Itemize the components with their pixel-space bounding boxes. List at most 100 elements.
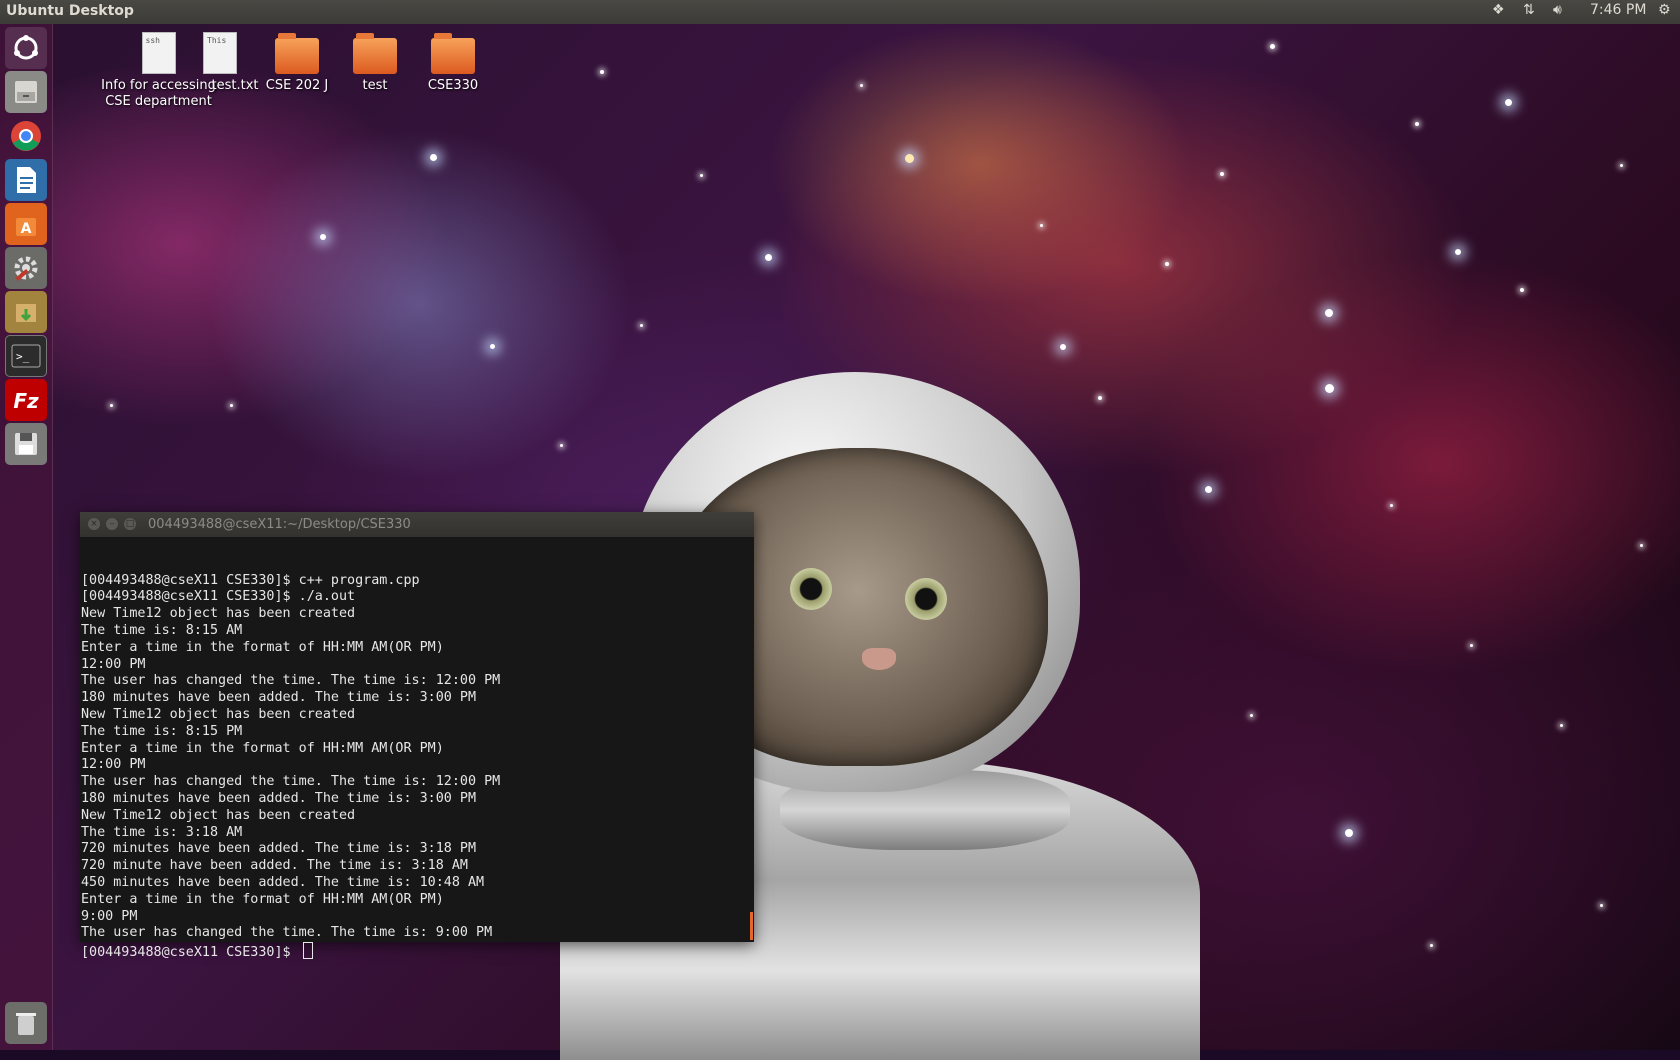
star xyxy=(1390,504,1393,507)
terminal-line: New Time12 object has been created xyxy=(81,606,356,622)
filezilla-icon: Fz xyxy=(13,389,39,413)
terminal-line: Enter a time in the format of HH:MM AM(O… xyxy=(81,740,444,756)
save-launcher[interactable] xyxy=(5,423,47,465)
maximize-icon[interactable]: □ xyxy=(124,518,136,530)
window-title: Ubuntu Desktop xyxy=(6,3,134,19)
terminal-line: [004493488@cseX11 CSE330]$ ./a.out xyxy=(81,589,356,605)
star xyxy=(1620,164,1623,167)
cat-eye-left xyxy=(790,568,832,610)
terminal-titlebar[interactable]: × – □ 004493488@cseX11:~/Desktop/CSE330 xyxy=(80,512,754,537)
star xyxy=(1520,288,1524,292)
terminal-line: The user has changed the time. The time … xyxy=(81,774,501,790)
terminal-line: The user has changed the time. The time … xyxy=(81,673,501,689)
star xyxy=(860,84,863,87)
star xyxy=(110,404,113,407)
system-settings-launcher[interactable] xyxy=(5,247,47,289)
settings-gear-icon xyxy=(14,256,38,282)
star xyxy=(430,154,437,161)
files-launcher[interactable] xyxy=(5,71,47,113)
star xyxy=(1560,724,1563,727)
desktop-folder-cse202j[interactable]: CSE 202 J xyxy=(252,32,342,93)
terminal-line: 450 minutes have been added. The time is… xyxy=(81,874,485,890)
terminal-line: The time is: 3:18 AM xyxy=(81,824,243,840)
folder-icon xyxy=(353,33,397,74)
terminal-line: 12:00 PM xyxy=(81,757,146,773)
star xyxy=(1250,714,1253,717)
star xyxy=(1505,99,1512,106)
terminal-title: 004493488@cseX11:~/Desktop/CSE330 xyxy=(148,517,411,532)
terminal-line: 180 minutes have been added. The time is… xyxy=(81,690,477,706)
shopping-bag-icon: A xyxy=(16,218,36,237)
star xyxy=(1345,829,1353,837)
terminal-line: 180 minutes have been added. The time is… xyxy=(81,790,477,806)
trash-icon xyxy=(16,1013,36,1035)
chrome-icon xyxy=(11,121,41,151)
cat-nose xyxy=(862,648,896,670)
star xyxy=(905,154,914,163)
minimize-icon[interactable]: – xyxy=(106,518,118,530)
terminal-line: [004493488@cseX11 CSE330]$ c++ program.c… xyxy=(81,572,420,588)
terminal-output[interactable]: [004493488@cseX11 CSE330]$ c++ program.c… xyxy=(80,537,754,998)
folder-label: CSE330 xyxy=(427,78,479,93)
star xyxy=(1600,904,1603,907)
terminal-line: 9:00 PM xyxy=(81,908,138,924)
star xyxy=(765,254,772,261)
floppy-disk-icon xyxy=(15,433,37,455)
filezilla-launcher[interactable]: Fz xyxy=(5,379,47,421)
software-center-launcher[interactable]: A xyxy=(5,203,47,245)
star xyxy=(320,234,326,240)
dash-home-button[interactable] xyxy=(5,27,47,69)
package-icon xyxy=(16,304,36,322)
trash-launcher[interactable] xyxy=(5,1002,47,1044)
star xyxy=(1098,396,1102,400)
star xyxy=(1415,122,1419,126)
terminal-line: New Time12 object has been created xyxy=(81,706,356,722)
close-icon[interactable]: × xyxy=(88,518,100,530)
network-icon[interactable]: ⇅ xyxy=(1523,2,1535,18)
star xyxy=(600,70,604,74)
terminal-launcher[interactable]: >_ xyxy=(5,335,47,377)
terminal-prompt-line[interactable]: [004493488@cseX11 CSE330]$ xyxy=(81,942,753,962)
cat-eye-right xyxy=(905,578,947,620)
star xyxy=(1640,544,1643,547)
terminal-line: 12:00 PM xyxy=(81,656,146,672)
folder-label: test xyxy=(362,78,388,93)
terminal-icon: >_ xyxy=(11,344,41,368)
star xyxy=(1165,262,1169,266)
volume-icon[interactable]: 🔊︎ xyxy=(1553,2,1562,18)
star xyxy=(230,404,233,407)
star xyxy=(1060,344,1066,350)
desktop-folder-test[interactable]: test xyxy=(330,32,420,93)
file-cabinet-icon xyxy=(15,81,37,103)
svg-text:>_: >_ xyxy=(16,350,30,363)
star xyxy=(490,344,495,349)
session-gear-icon[interactable]: ⚙ xyxy=(1658,2,1671,18)
star xyxy=(1205,486,1212,493)
scroll-indicator xyxy=(750,912,753,940)
terminal-line: New Time12 object has been created xyxy=(81,807,356,823)
desktop-folder-cse330[interactable]: CSE330 xyxy=(408,32,498,93)
terminal-line: The time is: 8:15 AM xyxy=(81,622,243,638)
clock[interactable]: 7:46 PM xyxy=(1590,2,1646,18)
star xyxy=(1455,249,1461,255)
dropbox-icon[interactable]: ❖ xyxy=(1492,2,1505,18)
archive-manager-launcher[interactable] xyxy=(5,291,47,333)
svg-text:A: A xyxy=(21,221,32,237)
star xyxy=(700,174,703,177)
terminal-prompt: [004493488@cseX11 CSE330]$ xyxy=(81,945,299,961)
writer-launcher[interactable] xyxy=(5,159,47,201)
star xyxy=(640,324,643,327)
star xyxy=(1220,172,1224,176)
star xyxy=(1040,224,1043,227)
terminal-line: 720 minute have been added. The time is:… xyxy=(81,858,468,874)
terminal-window[interactable]: × – □ 004493488@cseX11:~/Desktop/CSE330 … xyxy=(80,512,754,960)
text-file-icon: This xyxy=(203,32,237,74)
top-panel: Ubuntu Desktop ❖ ⇅ 🔊︎ 7:46 PM ⚙ xyxy=(0,0,1680,24)
terminal-line: 720 minutes have been added. The time is… xyxy=(81,841,477,857)
terminal-line: Enter a time in the format of HH:MM AM(O… xyxy=(81,891,444,907)
text-cursor xyxy=(302,942,313,960)
terminal-line: The time is: 8:15 PM xyxy=(81,723,243,739)
folder-icon xyxy=(275,33,319,74)
ubuntu-logo-icon xyxy=(14,35,38,60)
chrome-launcher[interactable] xyxy=(5,115,47,157)
